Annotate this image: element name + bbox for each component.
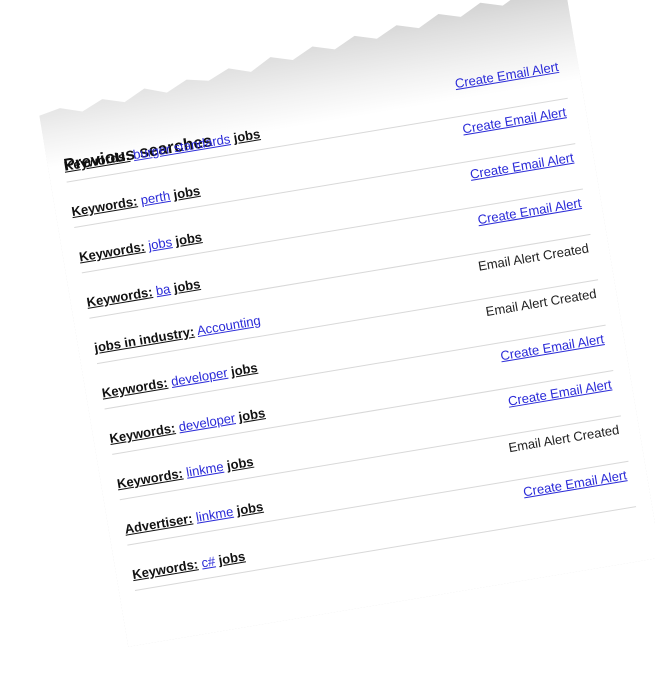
search-value-link[interactable]: jobs: [147, 234, 173, 253]
search-value-link[interactable]: linkme: [195, 504, 235, 525]
search-value-link[interactable]: developer: [170, 365, 229, 389]
jobs-suffix: jobs: [172, 182, 202, 203]
search-label: Keywords:: [131, 556, 200, 583]
search-label: Advertiser:: [123, 510, 194, 537]
search-value-link[interactable]: developer: [177, 410, 236, 434]
jobs-suffix: jobs: [229, 359, 259, 379]
search-value-link[interactable]: Accounting: [196, 313, 262, 338]
jobs-suffix: jobs: [232, 126, 262, 146]
jobs-suffix: jobs: [237, 405, 267, 425]
jobs-suffix: jobs: [225, 453, 255, 473]
search-label: Keywords:: [85, 284, 154, 310]
search-value-link[interactable]: ba: [155, 281, 172, 298]
torn-paper-sheet: Previous searches Keywords: burger stand…: [30, 0, 655, 647]
jobs-suffix: jobs: [172, 276, 202, 296]
screenshot-stage: Previous searches Keywords: burger stand…: [0, 0, 655, 673]
search-label: Keywords:: [100, 374, 169, 401]
jobs-suffix: jobs: [174, 229, 204, 249]
jobs-suffix: jobs: [235, 498, 265, 518]
search-label: Keywords:: [62, 147, 131, 174]
search-label: Keywords:: [108, 420, 177, 446]
jobs-suffix: jobs: [217, 548, 247, 568]
search-label: Keywords:: [70, 193, 139, 220]
search-value-link[interactable]: c#: [200, 553, 216, 570]
search-value-link[interactable]: linkme: [185, 459, 225, 480]
search-value-link[interactable]: perth: [140, 188, 172, 208]
search-label: Keywords:: [77, 238, 146, 265]
search-label: Keywords:: [115, 465, 184, 492]
